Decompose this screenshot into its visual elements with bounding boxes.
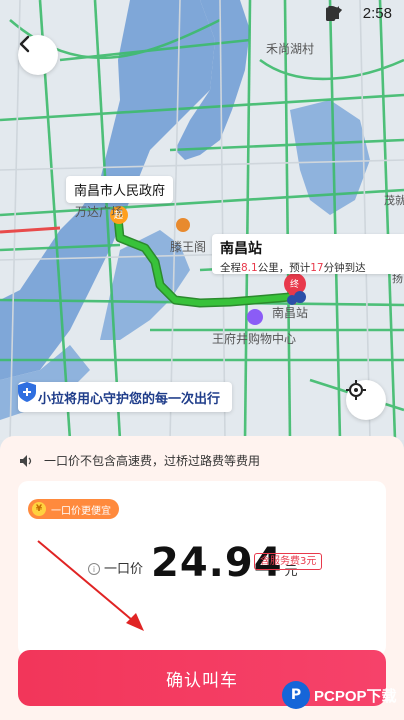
map-label-edge-1: 茂就: [384, 194, 404, 207]
fee-notice-text: 一口价不包含高速费，过桥过路费等费用: [44, 454, 261, 468]
eta-suffix: 分钟到达: [323, 262, 366, 274]
speaker-icon: [20, 454, 32, 467]
crosshair-icon: [346, 380, 366, 400]
pcpop-logo: P: [282, 681, 310, 709]
map-label-station: 南昌站: [272, 306, 309, 320]
status-bar: 2:58: [0, 0, 404, 30]
order-sheet: 一口价不包含高速费，过桥过路费等费用 ¥ 一口价更便宜 i 一口价 24.94 …: [0, 436, 404, 720]
map-label-mall: 王府井购物中心: [212, 332, 297, 346]
back-button[interactable]: [18, 35, 58, 75]
congested-road: [0, 226, 61, 234]
safety-banner-text: 小拉将用心守护您的每一次出行: [38, 391, 221, 407]
destination-eta: 全程8.1公里，预计17分钟到达: [220, 260, 396, 275]
eta-minutes: 17: [310, 262, 324, 274]
deal-badge: ¥ 一口价更便宜: [28, 499, 119, 519]
annotation-arrow: [37, 540, 144, 631]
station-poi-icon: [294, 291, 306, 303]
eta-distance: 8.1: [241, 262, 258, 274]
mall-poi-icon: [247, 309, 263, 325]
status-time: 2:58: [362, 5, 392, 22]
pcpop-watermark: P PCPOP下载: [282, 681, 397, 709]
eta-middle: 公里，预计: [257, 262, 311, 274]
price-card: ¥ 一口价更便宜 i 一口价 24.94 元 含服务费3元: [18, 481, 386, 656]
shield-icon: [18, 382, 36, 402]
battery-icon: [326, 6, 335, 21]
destination-name: 南昌站: [220, 241, 262, 257]
map-view[interactable]: 禾尚湖村 万达广场 滕王阁 王府井购物中心 南昌站 茂就 扬 起 终 2:58 …: [0, 0, 404, 440]
map-canvas: [0, 0, 404, 440]
map-label-tengwang: 滕王阁: [170, 240, 207, 254]
deal-badge-label: 一口价更便宜: [51, 505, 111, 517]
map-label-village: 禾尚湖村: [266, 42, 315, 56]
start-marker: 起: [114, 211, 124, 221]
origin-label: 南昌市人民政府: [66, 176, 174, 203]
end-marker: 终: [290, 280, 300, 290]
east-lake: [290, 100, 370, 215]
coin-icon: ¥: [32, 502, 46, 516]
chevron-left-icon: [19, 35, 30, 53]
destination-card[interactable]: 南昌站 全程8.1公里，预计17分钟到达: [212, 234, 404, 274]
tengwang-poi-icon: [176, 218, 190, 232]
confirm-call-label: 确认叫车: [166, 670, 238, 691]
service-fee-tag: 含服务费3元: [254, 553, 323, 570]
safety-banner[interactable]: 小拉将用心守护您的每一次出行: [18, 382, 233, 412]
locate-button[interactable]: [346, 380, 386, 420]
fee-notice: 一口价不包含高速费，过桥过路费等费用: [20, 452, 260, 469]
eta-prefix: 全程: [220, 262, 241, 274]
pcpop-text: PCPOP下载: [314, 687, 397, 705]
